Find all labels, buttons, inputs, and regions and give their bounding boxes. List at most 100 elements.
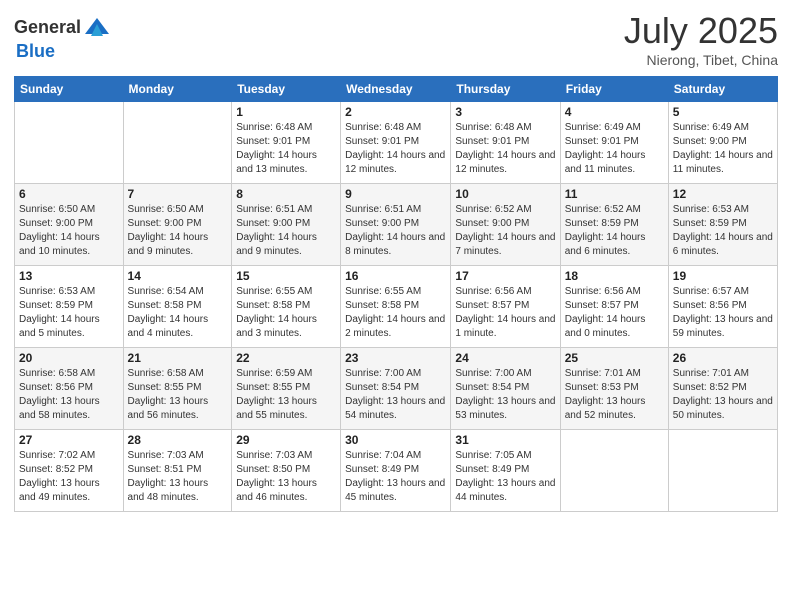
day-header-friday: Friday	[560, 77, 668, 102]
day-info: Sunrise: 7:03 AMSunset: 8:50 PMDaylight:…	[236, 449, 336, 505]
day-cell: 5 Sunrise: 6:49 AMSunset: 9:00 PMDaylight…	[668, 102, 777, 184]
day-info: Sunrise: 6:51 AMSunset: 9:00 PMDaylight:…	[345, 203, 446, 259]
week-row-3: 13 Sunrise: 6:53 AMSunset: 8:59 PMDayligh…	[15, 266, 778, 348]
day-info: Sunrise: 6:50 AMSunset: 9:00 PMDaylight:…	[128, 203, 228, 259]
month-title: July 2025	[624, 10, 778, 52]
day-cell	[15, 102, 124, 184]
day-number: 27	[19, 433, 119, 447]
day-number: 31	[455, 433, 555, 447]
day-info: Sunrise: 7:03 AMSunset: 8:51 PMDaylight:…	[128, 449, 228, 505]
day-number: 30	[345, 433, 446, 447]
day-cell: 1Sunrise: 6:48 AMSunset: 9:01 PMDaylight…	[232, 102, 341, 184]
day-info: Sunrise: 7:02 AMSunset: 8:52 PMDaylight:…	[19, 449, 119, 505]
logo: General Blue	[14, 14, 111, 62]
day-info: Sunrise: 6:53 AMSunset: 8:59 PMDaylight:…	[19, 285, 119, 341]
day-header-thursday: Thursday	[451, 77, 560, 102]
day-info: Sunrise: 6:51 AMSunset: 9:00 PMDaylight:…	[236, 203, 336, 259]
day-number: 12	[673, 187, 773, 201]
day-header-saturday: Saturday	[668, 77, 777, 102]
day-cell	[123, 102, 232, 184]
logo-general-text: General	[14, 18, 81, 38]
day-number: 16	[345, 269, 446, 283]
day-cell	[560, 430, 668, 512]
day-number: 14	[128, 269, 228, 283]
day-header-tuesday: Tuesday	[232, 77, 341, 102]
day-info: Sunrise: 6:48 AMSunset: 9:01 PMDaylight:…	[236, 121, 336, 177]
day-cell: 21 Sunrise: 6:58 AMSunset: 8:55 PMDayligh…	[123, 348, 232, 430]
day-number: 3	[455, 105, 555, 119]
day-info: Sunrise: 6:48 AMSunset: 9:01 PMDaylight:…	[455, 121, 555, 177]
days-header-row: SundayMondayTuesdayWednesdayThursdayFrid…	[15, 77, 778, 102]
day-cell: 30 Sunrise: 7:04 AMSunset: 8:49 PMDayligh…	[341, 430, 451, 512]
day-cell: 10 Sunrise: 6:52 AMSunset: 9:00 PMDayligh…	[451, 184, 560, 266]
day-info: Sunrise: 6:55 AMSunset: 8:58 PMDaylight:…	[236, 285, 336, 341]
day-info: Sunrise: 6:49 AMSunset: 9:00 PMDaylight:…	[673, 121, 773, 177]
day-cell: 15 Sunrise: 6:55 AMSunset: 8:58 PMDayligh…	[232, 266, 341, 348]
day-number: 28	[128, 433, 228, 447]
day-cell: 20Sunrise: 6:58 AMSunset: 8:56 PMDayligh…	[15, 348, 124, 430]
day-header-wednesday: Wednesday	[341, 77, 451, 102]
page-container: General Blue July 2025 Nierong, Tibet, C…	[0, 0, 792, 522]
calendar-body: 1Sunrise: 6:48 AMSunset: 9:01 PMDaylight…	[15, 102, 778, 512]
day-cell: 16 Sunrise: 6:55 AMSunset: 8:58 PMDayligh…	[341, 266, 451, 348]
day-number: 8	[236, 187, 336, 201]
day-number: 15	[236, 269, 336, 283]
day-number: 6	[19, 187, 119, 201]
day-cell: 11Sunrise: 6:52 AMSunset: 8:59 PMDayligh…	[560, 184, 668, 266]
day-info: Sunrise: 6:49 AMSunset: 9:01 PMDaylight:…	[565, 121, 664, 177]
day-cell: 6 Sunrise: 6:50 AMSunset: 9:00 PMDaylight…	[15, 184, 124, 266]
day-info: Sunrise: 6:52 AMSunset: 9:00 PMDaylight:…	[455, 203, 555, 259]
week-row-1: 1Sunrise: 6:48 AMSunset: 9:01 PMDaylight…	[15, 102, 778, 184]
day-cell: 24 Sunrise: 7:00 AMSunset: 8:54 PMDayligh…	[451, 348, 560, 430]
day-number: 29	[236, 433, 336, 447]
day-info: Sunrise: 6:50 AMSunset: 9:00 PMDaylight:…	[19, 203, 119, 259]
day-info: Sunrise: 6:58 AMSunset: 8:55 PMDaylight:…	[128, 367, 228, 423]
day-cell: 18 Sunrise: 6:56 AMSunset: 8:57 PMDayligh…	[560, 266, 668, 348]
day-info: Sunrise: 7:04 AMSunset: 8:49 PMDaylight:…	[345, 449, 446, 505]
day-info: Sunrise: 6:56 AMSunset: 8:57 PMDaylight:…	[565, 285, 664, 341]
day-header-monday: Monday	[123, 77, 232, 102]
day-cell	[668, 430, 777, 512]
day-info: Sunrise: 7:05 AMSunset: 8:49 PMDaylight:…	[455, 449, 555, 505]
day-number: 13	[19, 269, 119, 283]
location: Nierong, Tibet, China	[624, 52, 778, 68]
day-info: Sunrise: 6:56 AMSunset: 8:57 PMDaylight:…	[455, 285, 555, 341]
day-cell: 29 Sunrise: 7:03 AMSunset: 8:50 PMDayligh…	[232, 430, 341, 512]
week-row-5: 27 Sunrise: 7:02 AMSunset: 8:52 PMDayligh…	[15, 430, 778, 512]
day-number: 17	[455, 269, 555, 283]
day-cell: 19Sunrise: 6:57 AMSunset: 8:56 PMDayligh…	[668, 266, 777, 348]
week-row-4: 20Sunrise: 6:58 AMSunset: 8:56 PMDayligh…	[15, 348, 778, 430]
day-number: 7	[128, 187, 228, 201]
logo-icon	[83, 14, 111, 42]
day-number: 9	[345, 187, 446, 201]
day-number: 5	[673, 105, 773, 119]
day-cell: 4 Sunrise: 6:49 AMSunset: 9:01 PMDaylight…	[560, 102, 668, 184]
day-number: 25	[565, 351, 664, 365]
day-info: Sunrise: 7:00 AMSunset: 8:54 PMDaylight:…	[345, 367, 446, 423]
day-info: Sunrise: 6:55 AMSunset: 8:58 PMDaylight:…	[345, 285, 446, 341]
day-info: Sunrise: 7:01 AMSunset: 8:52 PMDaylight:…	[673, 367, 773, 423]
logo-blue-text: Blue	[16, 41, 55, 61]
day-info: Sunrise: 7:00 AMSunset: 8:54 PMDaylight:…	[455, 367, 555, 423]
header: General Blue July 2025 Nierong, Tibet, C…	[14, 10, 778, 68]
day-number: 10	[455, 187, 555, 201]
day-number: 24	[455, 351, 555, 365]
day-number: 18	[565, 269, 664, 283]
day-cell: 27 Sunrise: 7:02 AMSunset: 8:52 PMDayligh…	[15, 430, 124, 512]
day-cell: 26 Sunrise: 7:01 AMSunset: 8:52 PMDayligh…	[668, 348, 777, 430]
day-info: Sunrise: 6:58 AMSunset: 8:56 PMDaylight:…	[19, 367, 119, 423]
day-number: 26	[673, 351, 773, 365]
day-cell: 9 Sunrise: 6:51 AMSunset: 9:00 PMDaylight…	[341, 184, 451, 266]
day-cell: 2Sunrise: 6:48 AMSunset: 9:01 PMDaylight…	[341, 102, 451, 184]
week-row-2: 6 Sunrise: 6:50 AMSunset: 9:00 PMDaylight…	[15, 184, 778, 266]
day-info: Sunrise: 6:53 AMSunset: 8:59 PMDaylight:…	[673, 203, 773, 259]
day-cell: 14Sunrise: 6:54 AMSunset: 8:58 PMDayligh…	[123, 266, 232, 348]
day-cell: 31 Sunrise: 7:05 AMSunset: 8:49 PMDayligh…	[451, 430, 560, 512]
calendar-table: SundayMondayTuesdayWednesdayThursdayFrid…	[14, 76, 778, 512]
day-number: 23	[345, 351, 446, 365]
day-number: 4	[565, 105, 664, 119]
day-info: Sunrise: 6:57 AMSunset: 8:56 PMDaylight:…	[673, 285, 773, 341]
title-block: July 2025 Nierong, Tibet, China	[624, 10, 778, 68]
day-number: 21	[128, 351, 228, 365]
day-info: Sunrise: 6:52 AMSunset: 8:59 PMDaylight:…	[565, 203, 664, 259]
